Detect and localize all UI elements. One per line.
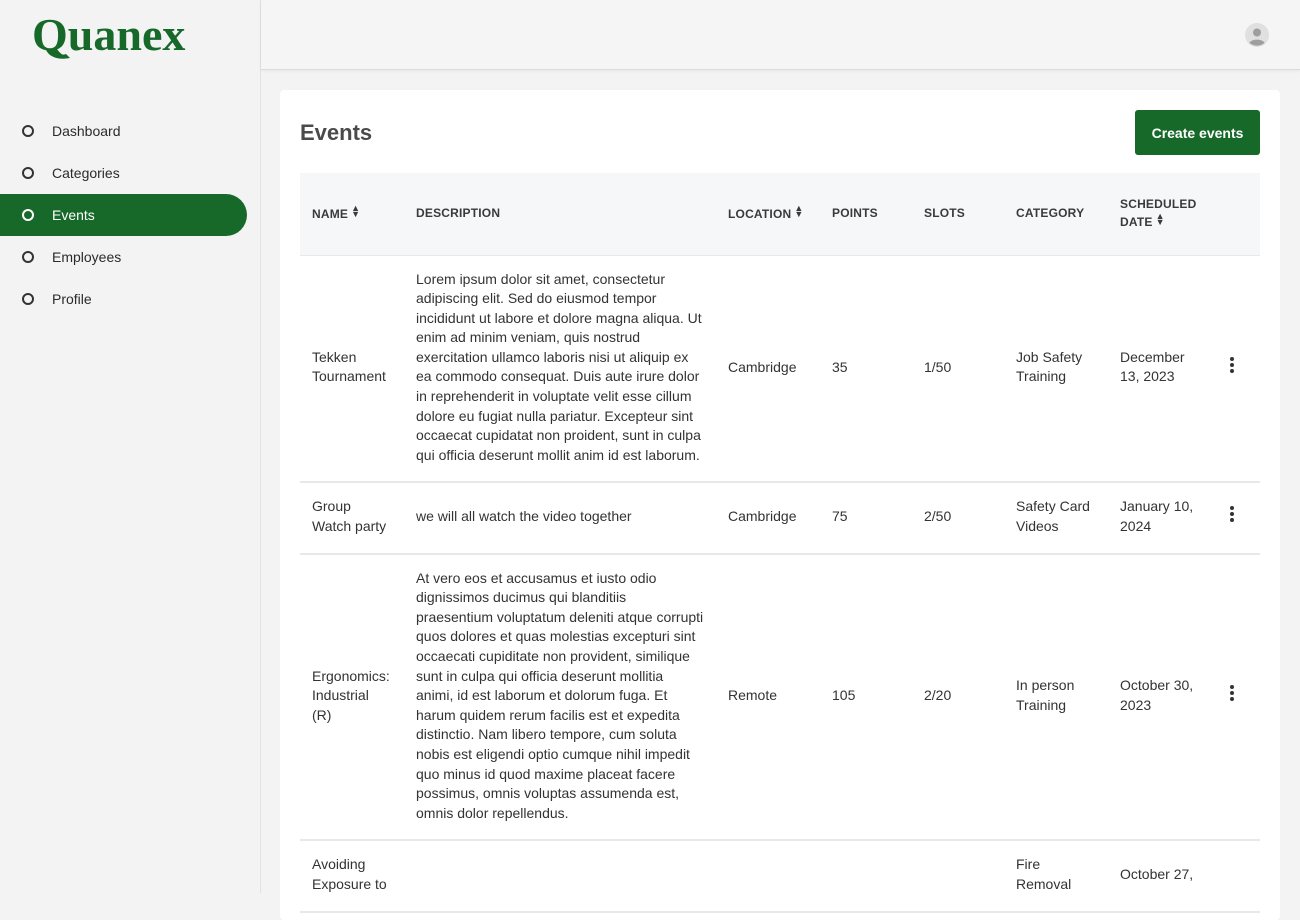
column-header-scheduled-date[interactable]: SCHEDULED DATE ▲ ▼ xyxy=(1108,173,1212,255)
column-header-label: DESCRIPTION xyxy=(416,206,501,221)
table-header-row: NAME ▲ ▼ DESCRIPTION LOCATION ▲ ▼ POINTS SLOTS CA… xyxy=(300,173,1260,255)
column-header-slots: SLOTS xyxy=(912,173,1004,255)
cell-date: December 13, 2023 xyxy=(1108,254,1212,484)
column-header-label: LOCATION xyxy=(728,206,792,221)
svg-text:Quanex: Quanex xyxy=(32,9,185,60)
sort-icon[interactable]: ▲ ▼ xyxy=(1156,212,1165,227)
sort-icon[interactable]: ▲ ▼ xyxy=(794,203,803,218)
cell-points: 35 xyxy=(820,254,912,484)
cell-date: October 27, xyxy=(1108,840,1212,913)
cell-location: Remote xyxy=(716,553,820,842)
cell-actions xyxy=(1212,254,1260,484)
cell-description: we will all watch the video together xyxy=(404,482,716,555)
more-options-icon[interactable] xyxy=(1224,356,1240,374)
page-title: Events xyxy=(300,120,373,145)
more-options-icon[interactable] xyxy=(1224,505,1240,523)
cell-slots: 2/50 xyxy=(912,482,1004,555)
cell-category: Job Safety Training xyxy=(1004,254,1108,484)
cell-actions xyxy=(1212,840,1260,913)
sort-icon[interactable]: ▲ ▼ xyxy=(351,203,360,218)
sidebar-nav: Dashboard Categories Events Employees Profil… xyxy=(0,110,247,320)
cell-slots xyxy=(912,840,1004,913)
cell-location xyxy=(716,840,820,913)
cell-category: Fire Removal xyxy=(1004,840,1108,913)
column-header-location[interactable]: LOCATION ▲ ▼ xyxy=(716,173,820,255)
sidebar-item-label: Categories xyxy=(52,165,120,181)
cell-name: Group Watch party xyxy=(300,482,404,555)
cell-date: January 10, 2024 xyxy=(1108,482,1212,555)
top-bar xyxy=(261,0,1300,70)
circle-icon xyxy=(22,167,34,179)
sidebar-item-dashboard[interactable]: Dashboard xyxy=(0,110,247,152)
sidebar-item-profile[interactable]: Profile xyxy=(0,278,247,320)
sidebar-item-label: Profile xyxy=(52,291,92,307)
sidebar-item-label: Employees xyxy=(52,249,122,265)
cell-date: October 30, 2023 xyxy=(1108,553,1212,842)
table-row[interactable]: Tekken Tournament Lorem ipsum dolor sit a… xyxy=(300,254,1260,484)
circle-icon xyxy=(22,125,34,137)
cell-description xyxy=(404,840,716,913)
column-header-actions xyxy=(1212,173,1260,255)
cell-slots: 1/50 xyxy=(912,254,1004,484)
sidebar-item-events[interactable]: Events xyxy=(0,194,247,236)
cell-description: Lorem ipsum dolor sit amet, consectetur … xyxy=(404,254,716,484)
sidebar-item-categories[interactable]: Categories xyxy=(0,152,247,194)
column-header-label: CATEGORY xyxy=(1016,206,1085,221)
cell-name: Tekken Tournament xyxy=(300,254,404,484)
cell-category: Safety Card Videos xyxy=(1004,482,1108,555)
events-card: Events Create events NAME ▲ ▼ DESCRIPTION LO… xyxy=(280,90,1280,920)
table-row[interactable]: Group Watch party we will all watch the v… xyxy=(300,482,1260,555)
user-avatar-icon[interactable] xyxy=(1245,23,1269,47)
circle-icon xyxy=(22,209,34,221)
events-table: NAME ▲ ▼ DESCRIPTION LOCATION ▲ ▼ POINTS SLOTS CA… xyxy=(300,173,1260,913)
column-header-name[interactable]: NAME ▲ ▼ xyxy=(300,173,404,255)
cell-points: 105 xyxy=(820,553,912,842)
create-events-button[interactable]: Create events xyxy=(1135,110,1260,155)
column-header-label: NAME xyxy=(312,206,349,221)
circle-icon xyxy=(22,293,34,305)
sidebar-item-label: Dashboard xyxy=(52,123,121,139)
column-header-points: POINTS xyxy=(820,173,912,255)
sidebar: Quanex Dashboard Categories Events Employee… xyxy=(0,0,261,893)
table-row[interactable]: Avoiding Exposure to Fire Removal October … xyxy=(300,840,1260,913)
cell-location: Cambridge xyxy=(716,254,820,484)
sidebar-item-employees[interactable]: Employees xyxy=(0,236,247,278)
quanex-logo[interactable]: Quanex xyxy=(32,6,232,66)
cell-description: At vero eos et accusamus et iusto odio d… xyxy=(404,553,716,842)
more-options-icon[interactable] xyxy=(1224,684,1240,702)
cell-category: In person Training xyxy=(1004,553,1108,842)
sidebar-item-label: Events xyxy=(52,207,95,223)
cell-name: Ergonomics: Industrial (R) xyxy=(300,553,404,842)
cell-points xyxy=(820,840,912,913)
cell-slots: 2/20 xyxy=(912,553,1004,842)
cell-points: 75 xyxy=(820,482,912,555)
column-header-category: CATEGORY xyxy=(1004,173,1108,255)
cell-actions xyxy=(1212,553,1260,842)
cell-name: Avoiding Exposure to xyxy=(300,840,404,913)
column-header-label: SLOTS xyxy=(924,206,966,221)
column-header-description: DESCRIPTION xyxy=(404,173,716,255)
circle-icon xyxy=(22,251,34,263)
table-row[interactable]: Ergonomics: Industrial (R) At vero eos et… xyxy=(300,553,1260,842)
cell-actions xyxy=(1212,482,1260,555)
column-header-label: POINTS xyxy=(832,206,878,221)
cell-location: Cambridge xyxy=(716,482,820,555)
